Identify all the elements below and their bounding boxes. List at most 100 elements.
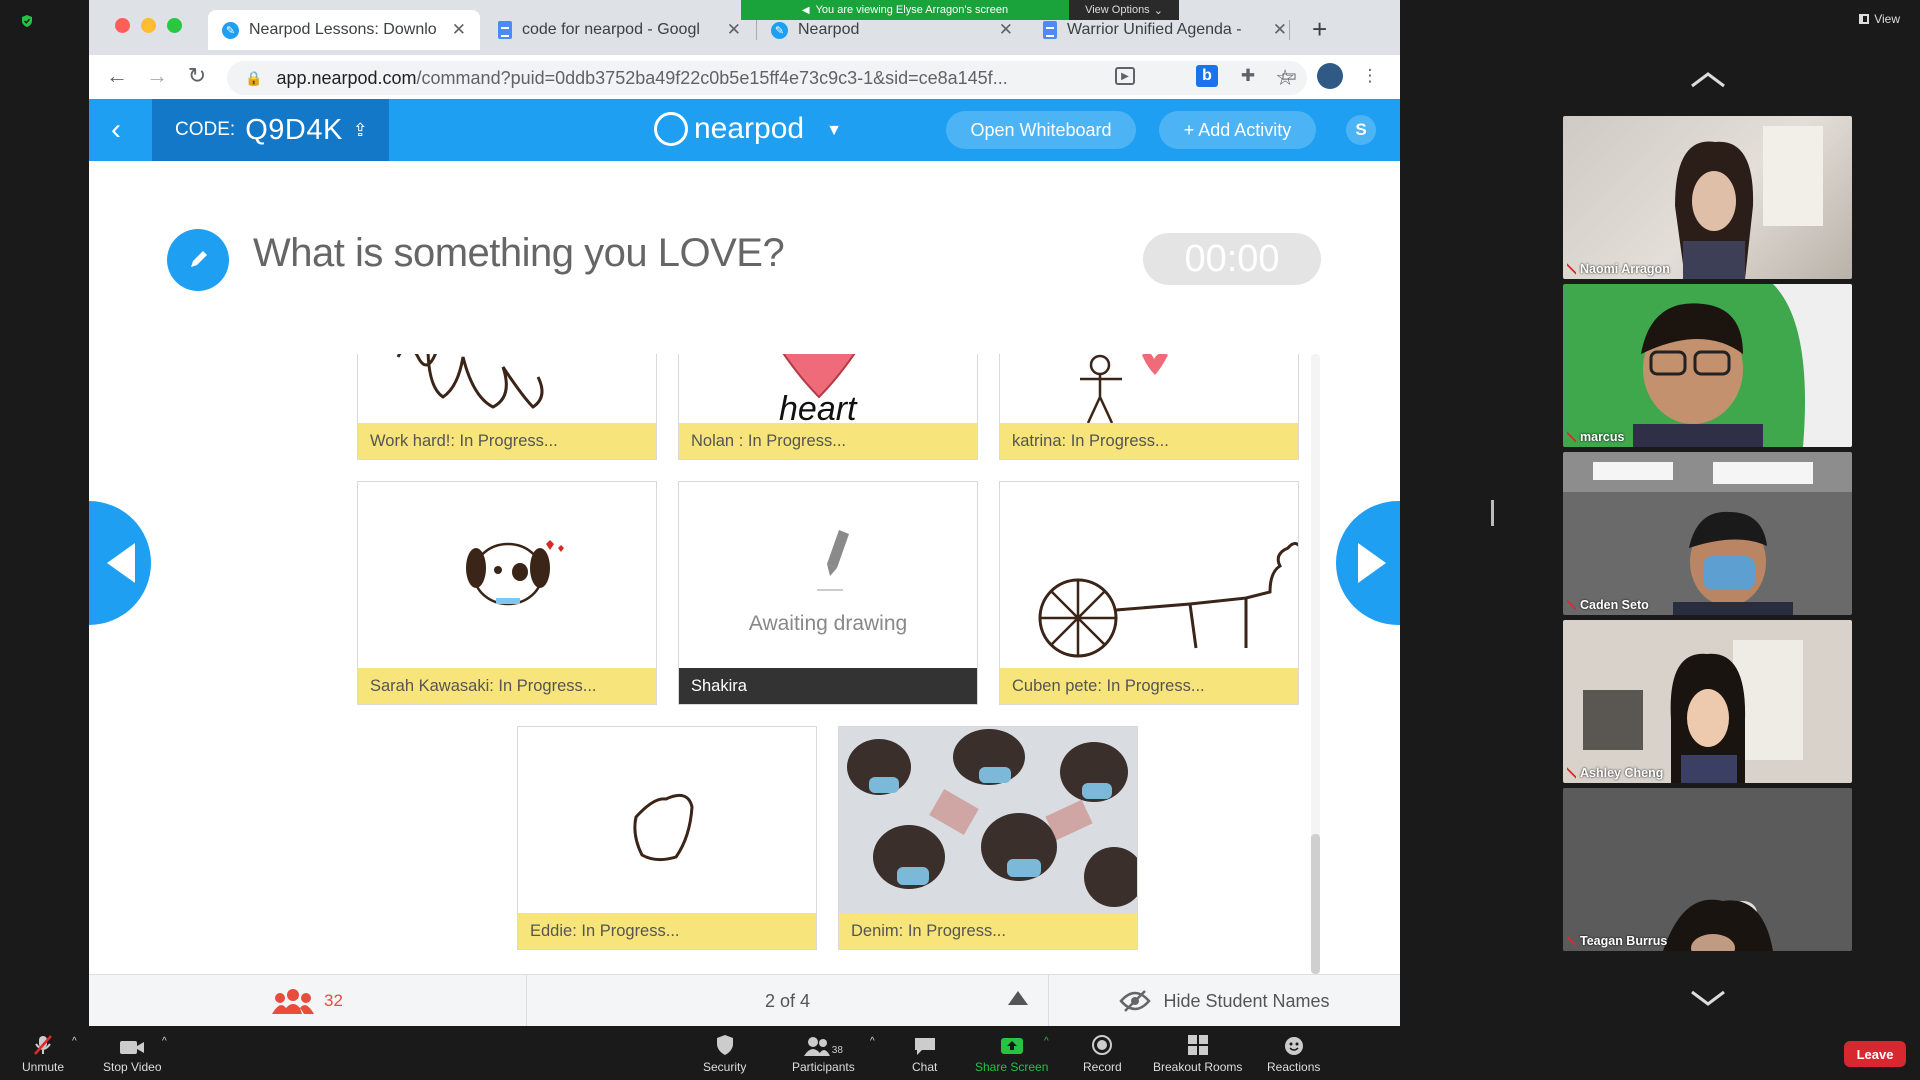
nearpod-icon: ✎ bbox=[222, 21, 239, 39]
drawing-text: heart bbox=[779, 390, 858, 423]
close-tab-icon[interactable]: ✕ bbox=[727, 20, 741, 40]
participant-tile[interactable]: Naomi Arragon bbox=[1563, 116, 1852, 279]
record-label: Record bbox=[1083, 1060, 1122, 1074]
tab-nearpod-lessons[interactable]: ✎ Nearpod Lessons: Downlo ✕ bbox=[208, 10, 480, 50]
timer[interactable]: 00:00 bbox=[1143, 233, 1321, 285]
close-tab-icon[interactable]: ✕ bbox=[999, 20, 1013, 40]
nearpod-logo[interactable]: nearpod ▼ bbox=[654, 112, 842, 146]
extension-b-icon[interactable]: b bbox=[1196, 65, 1218, 87]
participant-tile[interactable]: Ashley Cheng bbox=[1563, 620, 1852, 783]
share-code-icon[interactable]: ⇪ bbox=[353, 120, 368, 141]
leave-button[interactable]: Leave bbox=[1844, 1041, 1906, 1067]
reactions-icon bbox=[1283, 1034, 1305, 1056]
view-toggle[interactable]: View bbox=[1859, 12, 1900, 26]
submission-label: Sarah Kawasaki: In Progress... bbox=[358, 668, 656, 704]
docs-icon bbox=[498, 21, 512, 39]
breakout-rooms-icon bbox=[1187, 1034, 1209, 1056]
security-button[interactable]: Security bbox=[703, 1034, 746, 1074]
forward-icon[interactable]: → bbox=[143, 63, 171, 89]
grid-scrollbar[interactable] bbox=[1311, 354, 1320, 974]
participant-video bbox=[1633, 284, 1852, 447]
open-whiteboard-button[interactable]: Open Whiteboard bbox=[946, 111, 1136, 149]
submission-card[interactable]: heart Nolan : In Progress... bbox=[678, 354, 978, 460]
participant-tile[interactable]: marcus bbox=[1563, 284, 1852, 447]
stop-video-button[interactable]: Stop Video bbox=[103, 1034, 162, 1074]
drawing-image bbox=[1000, 354, 1298, 423]
browser-toolbar: ← → ↻ 🔒 app.nearpod.com/command?puid=0dd… bbox=[89, 55, 1400, 99]
submission-card[interactable]: Sarah Kawasaki: In Progress... bbox=[357, 481, 657, 705]
pencil-icon bbox=[817, 530, 849, 591]
participant-tile[interactable]: Caden Seto bbox=[1563, 452, 1852, 615]
chat-button[interactable]: Chat bbox=[912, 1034, 937, 1074]
audio-options-chevron[interactable]: ^ bbox=[72, 1036, 77, 1047]
chevron-down-icon[interactable]: ▼ bbox=[826, 122, 842, 140]
new-tab-icon[interactable]: + bbox=[1312, 14, 1327, 45]
back-icon[interactable]: ← bbox=[103, 63, 131, 89]
shield-icon bbox=[715, 1034, 735, 1056]
logo-text: nearpod bbox=[694, 112, 805, 145]
screencastify-icon[interactable]: ▶ bbox=[1115, 67, 1135, 85]
submission-card[interactable]: Awaiting drawing Shakira bbox=[678, 481, 978, 705]
encryption-shield-icon[interactable] bbox=[20, 14, 34, 28]
share-screen-button[interactable]: Share Screen bbox=[975, 1034, 1048, 1074]
unmute-button[interactable]: Unmute bbox=[22, 1034, 64, 1074]
nearpod-back-icon[interactable]: ‹ bbox=[111, 113, 121, 147]
more-menu-icon[interactable]: ⋮ bbox=[1359, 65, 1381, 87]
maximize-window-button[interactable] bbox=[167, 18, 182, 33]
submission-card[interactable]: Eddie: In Progress... bbox=[517, 726, 817, 950]
close-window-button[interactable] bbox=[115, 18, 130, 33]
mic-muted-icon bbox=[32, 1034, 54, 1056]
participants-options-chevron[interactable]: ^ bbox=[870, 1036, 875, 1047]
record-button[interactable]: Record bbox=[1083, 1034, 1122, 1074]
hide-student-names-button[interactable]: Hide Student Names bbox=[1049, 975, 1400, 1026]
code-value: Q9D4K bbox=[245, 113, 343, 146]
chevron-down-icon[interactable] bbox=[1690, 988, 1726, 1008]
participants-button[interactable]: 38 Participants bbox=[792, 1034, 855, 1074]
submission-card[interactable]: Cuben pete: In Progress... bbox=[999, 481, 1299, 705]
mic-muted-icon bbox=[1567, 263, 1576, 275]
s-badge-icon[interactable]: S bbox=[1346, 115, 1376, 145]
close-tab-icon[interactable]: ✕ bbox=[1273, 20, 1287, 40]
lock-icon: 🔒 bbox=[245, 69, 263, 86]
reactions-button[interactable]: Reactions bbox=[1267, 1034, 1320, 1074]
submission-card[interactable]: Work hard!: In Progress... bbox=[357, 354, 657, 460]
address-bar[interactable]: 🔒 app.nearpod.com/command?puid=0ddb3752b… bbox=[227, 61, 1307, 95]
chevron-down-icon: ⌄ bbox=[1153, 4, 1163, 17]
zoom-toolbar: Unmute ^ Stop Video ^ Security 38 Partic… bbox=[0, 1026, 1920, 1080]
photo-collage-image bbox=[839, 727, 1137, 913]
submission-label: Eddie: In Progress... bbox=[518, 913, 816, 949]
page-indicator[interactable]: 2 of 4 bbox=[527, 975, 1048, 1026]
tab-code-for-nearpod[interactable]: code for nearpod - Googl ✕ bbox=[484, 10, 755, 50]
submission-card[interactable]: Denim: In Progress... bbox=[838, 726, 1138, 950]
cast-icon[interactable]: ▭ bbox=[1278, 65, 1300, 87]
extensions-puzzle-icon[interactable]: ✚ bbox=[1237, 65, 1259, 87]
video-options-chevron[interactable]: ^ bbox=[162, 1036, 167, 1047]
minimize-window-button[interactable] bbox=[141, 18, 156, 33]
view-options-label: View Options bbox=[1085, 4, 1150, 16]
participant-tile[interactable]: Teagan Burrus bbox=[1563, 788, 1852, 951]
submission-card[interactable]: katrina: In Progress... bbox=[999, 354, 1299, 460]
session-code: CODE: Q9D4K ⇪ bbox=[152, 99, 389, 161]
reload-icon[interactable]: ↻ bbox=[183, 63, 211, 89]
participant-count: 38 bbox=[831, 1045, 843, 1056]
participant-video bbox=[1563, 452, 1852, 615]
chevron-up-icon[interactable] bbox=[1690, 70, 1726, 90]
close-tab-icon[interactable]: ✕ bbox=[452, 20, 466, 40]
page-indicator-text: 2 of 4 bbox=[764, 990, 811, 1011]
chat-icon bbox=[914, 1034, 936, 1056]
chevron-up-icon[interactable] bbox=[1008, 991, 1028, 1005]
panel-resize-handle[interactable] bbox=[1491, 500, 1494, 526]
student-count[interactable]: 32 bbox=[89, 975, 526, 1026]
scrollbar-thumb[interactable] bbox=[1311, 834, 1320, 974]
add-activity-button[interactable]: + Add Activity bbox=[1159, 111, 1316, 149]
nearpod-header: ‹ CODE: Q9D4K ⇪ nearpod ▼ Open Whiteboar… bbox=[89, 99, 1400, 161]
view-options-menu[interactable]: View Options ⌄ bbox=[1069, 0, 1179, 20]
code-label: CODE: bbox=[175, 119, 236, 140]
viewing-text: You are viewing Elyse Arragon's screen bbox=[815, 4, 1009, 16]
participant-name: Ashley Cheng bbox=[1567, 766, 1663, 780]
submission-label: Nolan : In Progress... bbox=[679, 423, 977, 459]
share-options-chevron[interactable]: ^ bbox=[1044, 1036, 1049, 1047]
breakout-rooms-button[interactable]: Breakout Rooms bbox=[1153, 1034, 1242, 1074]
profile-avatar[interactable] bbox=[1317, 63, 1343, 89]
url-host: app.nearpod.com bbox=[276, 67, 417, 88]
